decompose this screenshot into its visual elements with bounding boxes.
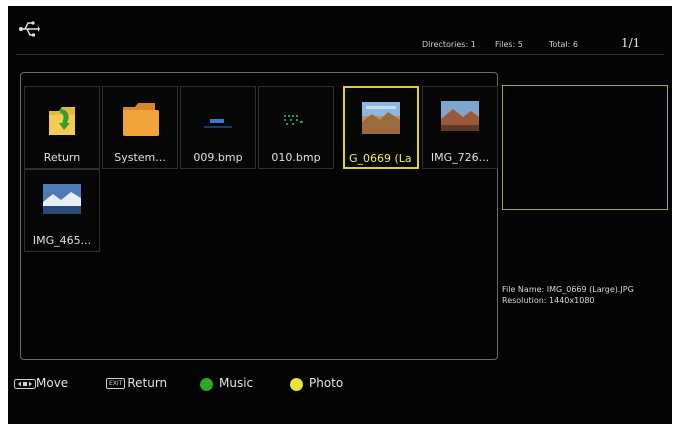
- legend-photo-label: Photo: [309, 376, 344, 390]
- legend-move: Move: [14, 376, 68, 390]
- grid-item-img726[interactable]: IMG_726...: [422, 86, 498, 169]
- media-browser-screen: Directories: 1 Files: 5 Total: 6 1/1 Ret…: [8, 6, 672, 424]
- grid-item-label: Return: [43, 151, 81, 164]
- exit-key-icon: EXIT: [106, 378, 126, 389]
- grid-item-label: IMG_465...: [32, 234, 92, 247]
- bmp-thumbnail: [198, 101, 238, 137]
- file-info: File Name: IMG_0669 (Large).JPG Resoluti…: [502, 284, 634, 306]
- grid-item-label: G_0669 (La: [349, 152, 412, 165]
- bmp-thumbnail: [276, 101, 316, 137]
- grid-item-009bmp[interactable]: 009.bmp: [180, 86, 256, 169]
- grid-item-img0669[interactable]: G_0669 (La: [343, 86, 419, 169]
- page-indicator: 1/1: [621, 36, 641, 50]
- dpad-key-icon: [14, 378, 36, 389]
- green-button-icon: [200, 378, 213, 391]
- grid-item-system[interactable]: System...: [102, 86, 178, 169]
- legend-return-label: Return: [127, 376, 168, 390]
- grid-item-return[interactable]: Return: [24, 86, 100, 169]
- file-grid-panel: Return System... 009.bmp 010.bmp G_0669 …: [20, 72, 498, 360]
- legend-move-label: Move: [36, 376, 69, 390]
- photo-thumbnail: [43, 184, 81, 214]
- return-folder-icon: [49, 107, 75, 135]
- header-divider: [16, 54, 664, 55]
- legend-return: EXIT Return: [106, 376, 167, 390]
- folder-icon: [123, 103, 159, 136]
- grid-item-label: 010.bmp: [271, 151, 321, 164]
- photo-thumbnail: [362, 102, 400, 134]
- photo-thumbnail: [441, 101, 479, 131]
- total-count: Total: 6: [549, 40, 579, 49]
- preview-pane: [502, 85, 668, 210]
- resolution: Resolution: 1440x1080: [502, 296, 595, 305]
- grid-item-label: 009.bmp: [193, 151, 243, 164]
- grid-item-label: System...: [114, 151, 166, 164]
- grid-item-label: IMG_726...: [430, 151, 490, 164]
- legend-music-label: Music: [219, 376, 254, 390]
- grid-item-010bmp[interactable]: 010.bmp: [258, 86, 334, 169]
- grid-item-img465[interactable]: IMG_465...: [24, 169, 100, 252]
- file-name: File Name: IMG_0669 (Large).JPG: [502, 285, 634, 294]
- usb-icon: [19, 21, 40, 37]
- directories-count: Directories: 1: [422, 40, 476, 49]
- yellow-button-icon: [290, 378, 303, 391]
- files-count: Files: 5: [495, 40, 523, 49]
